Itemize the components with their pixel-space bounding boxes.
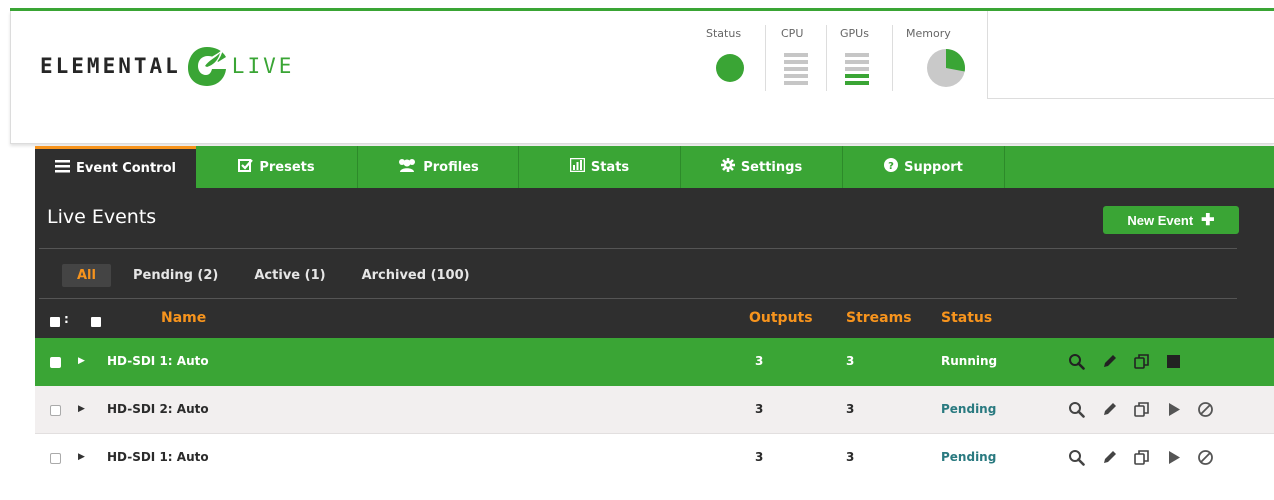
main-nav: Event Control Presets Profiles Stats Set… xyxy=(35,146,1274,188)
event-name[interactable]: HD-SDI 1: Auto xyxy=(107,354,209,368)
duplicate-icon[interactable] xyxy=(1130,398,1152,420)
tab-label: Settings xyxy=(740,159,803,175)
list-icon xyxy=(55,160,71,177)
tab-event-control[interactable]: Event Control xyxy=(35,146,196,188)
app-root: ELEMENTAL LIVE Status CPU GPUs Memory Ev… xyxy=(0,0,1274,500)
elemental-live-logo[interactable]: ELEMENTAL LIVE xyxy=(40,35,294,97)
status-indicator xyxy=(716,54,744,82)
logo-text-live: LIVE xyxy=(231,54,295,78)
event-outputs: 3 xyxy=(755,354,764,368)
edit-pencil-icon[interactable] xyxy=(1098,398,1120,420)
table-row[interactable]: ▶ HD-SDI 1: Auto 3 3 Running xyxy=(35,338,1274,386)
tab-label: Event Control xyxy=(76,161,176,176)
select-menu-toggle[interactable]: : xyxy=(64,312,69,326)
app-header: ELEMENTAL LIVE Status CPU GPUs Memory xyxy=(10,11,1274,144)
expand-caret-icon[interactable]: ▶ xyxy=(78,452,85,462)
event-streams: 3 xyxy=(846,402,855,416)
tab-label: Support xyxy=(904,159,963,175)
event-outputs: 3 xyxy=(755,450,764,464)
column-header-status[interactable]: Status xyxy=(941,310,992,326)
event-status: Pending xyxy=(941,402,997,416)
expand-caret-icon[interactable]: ▶ xyxy=(78,404,85,414)
play-icon[interactable] xyxy=(1162,446,1184,468)
search-icon[interactable] xyxy=(1065,398,1087,420)
svg-text:?: ? xyxy=(888,161,894,172)
play-icon[interactable] xyxy=(1162,398,1184,420)
page-title: Live Events xyxy=(47,206,157,228)
cancel-icon[interactable] xyxy=(1194,398,1216,420)
table-row[interactable]: ▶ HD-SDI 2: Auto 3 3 Pending xyxy=(35,386,1274,434)
gpu-level-bars xyxy=(845,53,869,97)
tab-support[interactable]: ? Support xyxy=(843,146,1005,188)
select-page-checkbox[interactable] xyxy=(91,317,101,327)
plus-icon: ✚ xyxy=(1201,212,1215,229)
table-row[interactable]: ▶ HD-SDI 1: Auto 3 3 Pending xyxy=(35,434,1274,482)
expand-caret-icon[interactable]: ▶ xyxy=(78,356,85,366)
filter-all[interactable]: All xyxy=(62,263,111,287)
memory-pie-icon xyxy=(927,49,965,87)
edit-pencil-icon[interactable] xyxy=(1098,350,1120,372)
row-checkbox[interactable] xyxy=(50,453,61,464)
meter-divider xyxy=(892,25,893,91)
new-event-label: New Event xyxy=(1127,212,1194,228)
divider xyxy=(39,298,1237,299)
select-all-checkbox[interactable] xyxy=(50,317,60,327)
status-meter: Status xyxy=(706,27,741,40)
filter-archived[interactable]: Archived (100) xyxy=(362,268,470,283)
divider xyxy=(39,248,1237,249)
row-checkbox[interactable] xyxy=(50,357,61,368)
column-header-streams[interactable]: Streams xyxy=(846,310,912,326)
meter-divider xyxy=(826,25,827,91)
cpu-meter: CPU xyxy=(781,27,803,40)
event-status: Pending xyxy=(941,450,997,464)
filter-pending[interactable]: Pending (2) xyxy=(133,268,218,283)
gpus-meter: GPUs xyxy=(840,27,869,40)
filter-active[interactable]: Active (1) xyxy=(254,268,325,283)
tab-label: Stats xyxy=(590,159,630,175)
search-icon[interactable] xyxy=(1065,350,1087,372)
row-checkbox[interactable] xyxy=(50,405,61,416)
users-icon xyxy=(397,158,417,176)
status-meter-label: Status xyxy=(706,27,742,40)
duplicate-icon[interactable] xyxy=(1130,446,1152,468)
tab-presets[interactable]: Presets xyxy=(196,146,358,188)
question-icon: ? xyxy=(884,158,899,176)
tab-label: Presets xyxy=(259,159,315,175)
edit-pencil-icon[interactable] xyxy=(1098,446,1120,468)
tab-settings[interactable]: Settings xyxy=(681,146,843,188)
checkbox-icon xyxy=(238,158,254,176)
gpus-meter-label: GPUs xyxy=(840,27,869,40)
event-name[interactable]: HD-SDI 2: Auto xyxy=(107,402,209,416)
column-header-outputs[interactable]: Outputs xyxy=(749,310,813,326)
cancel-icon[interactable] xyxy=(1194,446,1216,468)
logo-swirl-icon xyxy=(187,47,226,86)
search-icon[interactable] xyxy=(1065,446,1087,468)
event-streams: 3 xyxy=(846,450,855,464)
event-outputs: 3 xyxy=(755,402,764,416)
event-streams: 3 xyxy=(846,354,855,368)
column-header-name[interactable]: Name xyxy=(161,310,206,326)
header-right-panel xyxy=(987,11,1274,99)
cpu-meter-label: CPU xyxy=(781,27,804,40)
event-name[interactable]: HD-SDI 1: Auto xyxy=(107,450,209,464)
stop-icon[interactable] xyxy=(1162,350,1184,372)
logo-text-elemental: ELEMENTAL xyxy=(40,54,181,78)
live-events-panel: Live Events New Event ✚ All Pending (2) … xyxy=(35,188,1274,338)
event-status: Running xyxy=(941,354,998,368)
event-filter-tabs: All Pending (2) Active (1) Archived (100… xyxy=(62,263,506,287)
tab-label: Profiles xyxy=(423,159,479,175)
memory-meter: Memory xyxy=(906,27,951,40)
cpu-level-bars xyxy=(784,53,808,97)
duplicate-icon[interactable] xyxy=(1130,350,1152,372)
meter-divider xyxy=(765,25,766,91)
new-event-button[interactable]: New Event ✚ xyxy=(1103,206,1239,234)
tab-profiles[interactable]: Profiles xyxy=(358,146,519,188)
bar-chart-icon xyxy=(569,157,586,176)
gear-icon xyxy=(720,158,735,176)
tab-stats[interactable]: Stats xyxy=(519,146,681,188)
memory-meter-label: Memory xyxy=(906,27,951,40)
